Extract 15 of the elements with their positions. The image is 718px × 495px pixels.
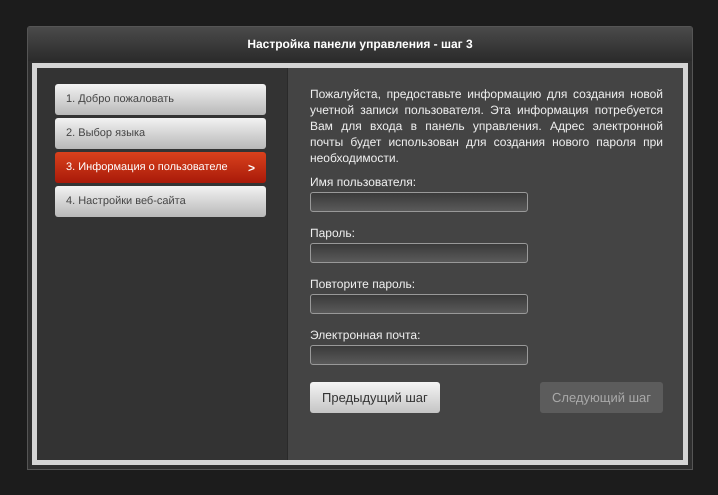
field-label: Пароль: [310,226,356,240]
step-tab[interactable]: 2. Выбор языка [55,118,266,149]
input-field[interactable] [310,243,528,263]
field-label: Повторите пароль: [310,277,416,291]
step-button[interactable]: Предыдущий шаг [310,382,440,413]
intro-text: Пожалуйста, предоставьте информацию для создания новой учетной записи пользователя. Эта информация потребуется Вам для входа в панель управления. Адрес электронной почты будет использован для создания нового пароля при необходимости. [310,86,663,166]
field-label: Электронная почта: [310,328,422,342]
step-tab[interactable]: 3. Информация о пользователе > [55,152,266,183]
step-tab[interactable]: 1. Добро пожаловать [55,84,266,115]
input-field[interactable] [310,345,528,365]
field-label: Имя пользователя: [310,175,418,189]
input-field[interactable] [310,192,528,212]
input-field[interactable] [310,294,528,314]
window-title: Настройка панели управления - шаг 3 [247,36,473,53]
step-tab[interactable]: 4. Настройки веб-сайта [55,186,266,217]
